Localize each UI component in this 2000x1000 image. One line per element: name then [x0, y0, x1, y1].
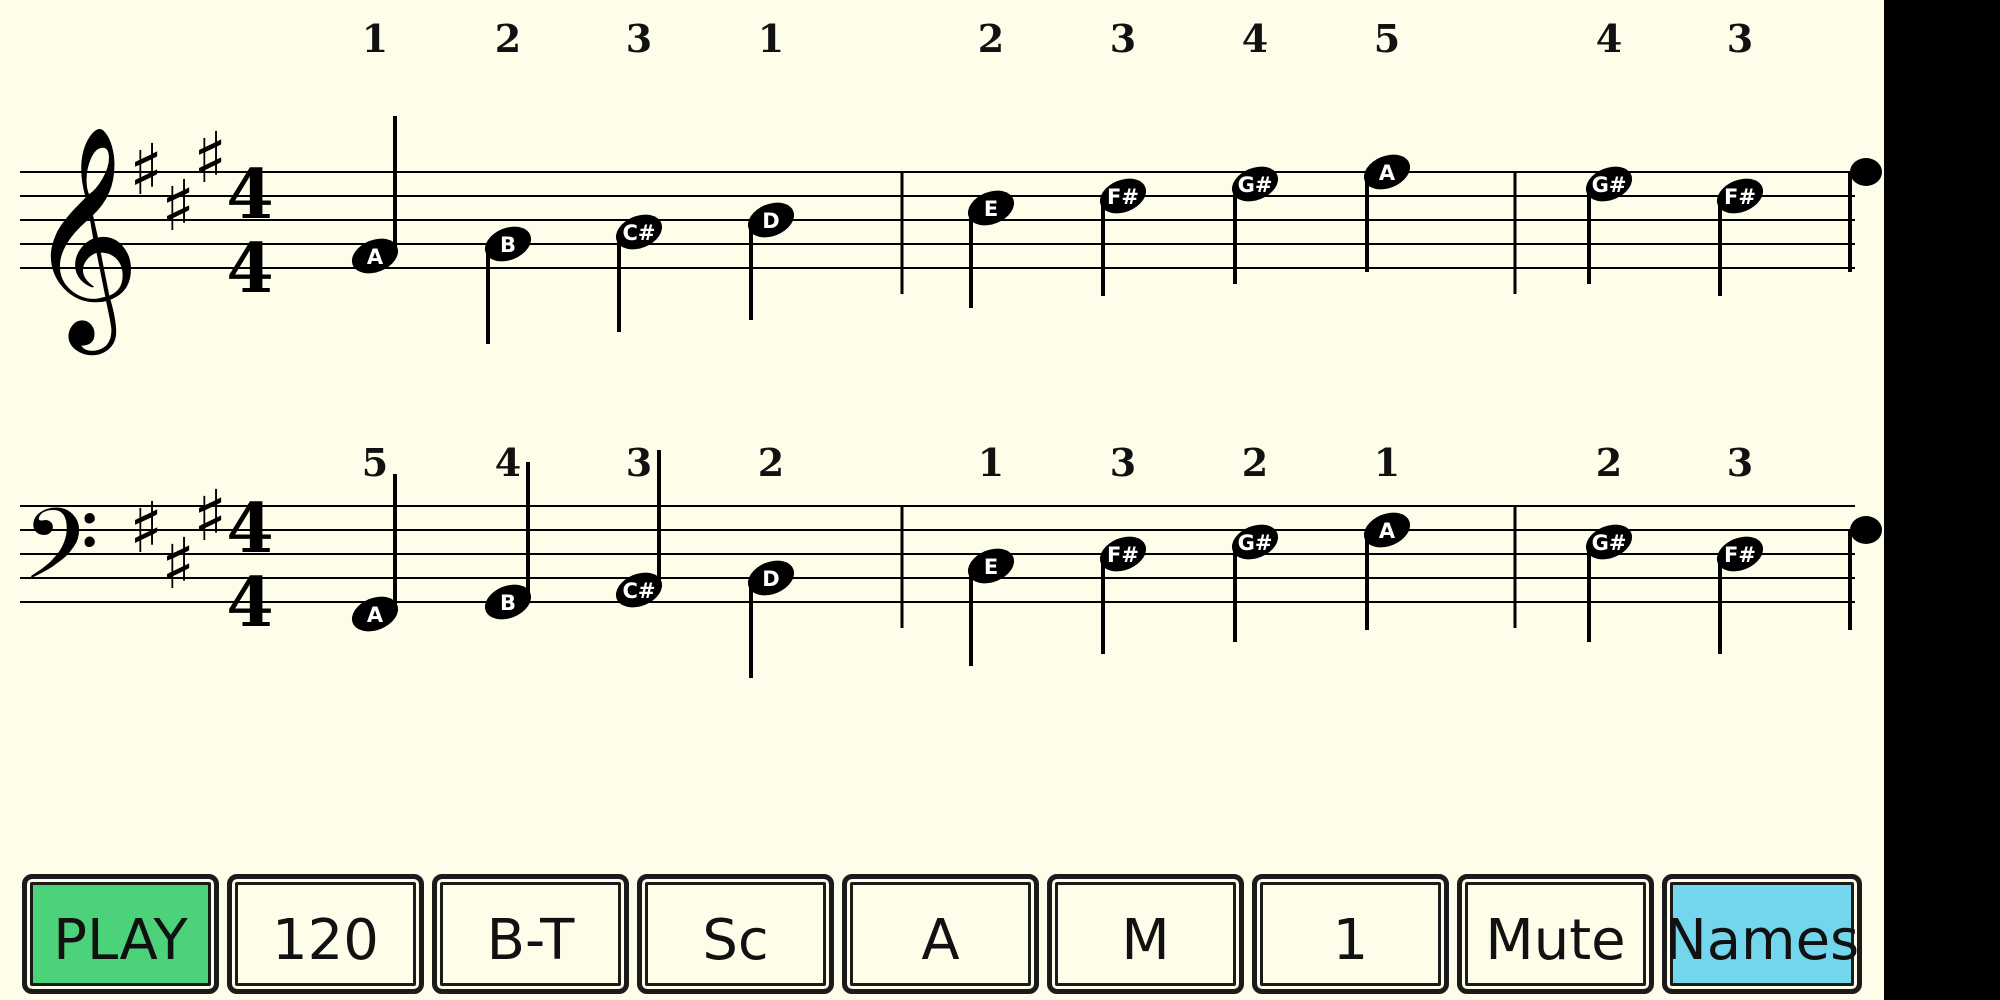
note-name-label: A: [367, 245, 384, 269]
mute-button[interactable]: Mute: [1457, 874, 1654, 994]
note[interactable]: F#: [1712, 530, 1768, 654]
note[interactable]: B: [480, 462, 536, 626]
fingering-number: 5: [1374, 16, 1400, 61]
time-signature-top: 4: [226, 155, 273, 235]
treble-staff-lines: [20, 171, 1855, 269]
note[interactable]: E: [963, 542, 1019, 666]
play-button[interactable]: PLAY: [22, 874, 219, 994]
note[interactable]: A: [347, 116, 403, 280]
note-name-label: F#: [1107, 185, 1139, 209]
note[interactable]: C#: [611, 208, 667, 332]
note[interactable]: D: [743, 554, 799, 678]
treble-notes: A 1 B 2 C# 3 D 1 E 2 F# 3 G# 4 A 5 G# 4 F# 3: [347, 16, 1882, 344]
note[interactable]: F#: [1712, 172, 1768, 296]
note[interactable]: G#: [1227, 160, 1283, 284]
bass-key-signature: ♯♯♯: [129, 475, 227, 605]
app-window: 𝄞 ♯ ♯ ♯ 4 4 A 1 B 2 C# 3 D 1 E 2 F# 3 G# 4 A 5 G# 4 F# 3 𝄢: [0, 0, 1884, 1000]
note-name-label: C#: [622, 221, 655, 245]
note-name-label: G#: [1592, 531, 1627, 555]
treble-key-signature: ♯♯♯: [129, 117, 227, 247]
time-signature-bottom: 4: [226, 229, 273, 309]
note-name-label: B: [500, 233, 516, 257]
time-signature-top: 4: [226, 489, 273, 569]
note-name-label: F#: [1107, 543, 1139, 567]
note-name-label: A: [1379, 161, 1396, 185]
bass-time-signature: 4 4: [226, 489, 273, 643]
fingering-number: 4: [1596, 16, 1622, 61]
note[interactable]: A: [1359, 506, 1415, 630]
treble-staff: 𝄞 ♯♯♯ 4 4 A1B2C#3D1E2F#3G#4A5G#4F#3: [20, 16, 1882, 355]
fingering-number: 2: [495, 16, 521, 61]
fingering-number: 1: [1374, 440, 1400, 485]
fingering-number: 3: [1727, 440, 1753, 485]
note[interactable]: F#: [1095, 530, 1151, 654]
fingering-number: 1: [978, 440, 1004, 485]
score-sheet: 𝄞 ♯♯♯ 4 4 A1B2C#3D1E2F#3G#4A5G#4F#3 𝄢 ♯♯…: [20, 16, 1882, 678]
note[interactable]: D: [743, 196, 799, 320]
tempo-button[interactable]: 120: [227, 874, 424, 994]
scale-type-button[interactable]: M: [1047, 874, 1244, 994]
mode-button[interactable]: Sc: [637, 874, 834, 994]
note-name-label: A: [367, 603, 384, 627]
fingering-number: 3: [626, 440, 652, 485]
bass-staff: 𝄢 ♯♯♯ 4 4 A5B4C#3D2E1F#3G#2A1G#2F#3: [20, 440, 1882, 678]
fingering-number: 2: [1242, 440, 1268, 485]
octave-button[interactable]: 1: [1252, 874, 1449, 994]
hands-button[interactable]: B-T: [432, 874, 629, 994]
key-button[interactable]: A: [842, 874, 1039, 994]
note[interactable]: G#: [1581, 160, 1637, 284]
sharp-icon: ♯: [161, 523, 195, 605]
note[interactable]: A: [1359, 148, 1415, 272]
fingering-number: 3: [1110, 16, 1136, 61]
fingering-number: 1: [758, 16, 784, 61]
black-side-bar: [1884, 0, 2000, 1000]
treble-barlines: [900, 172, 1517, 294]
note-name-label: D: [762, 567, 779, 591]
note-name-label: C#: [622, 579, 655, 603]
note-name-label: D: [762, 209, 779, 233]
fingering-number: 2: [758, 440, 784, 485]
fingering-number: 3: [1110, 440, 1136, 485]
fingering-number: 2: [978, 16, 1004, 61]
note-name-label: G#: [1238, 173, 1273, 197]
names-button[interactable]: Names: [1662, 874, 1862, 994]
sharp-icon: ♯: [129, 129, 163, 211]
fingering-number: 4: [1242, 16, 1268, 61]
fingering-number: 3: [626, 16, 652, 61]
note-name-label: A: [1379, 519, 1396, 543]
fingering-number: 2: [1596, 440, 1622, 485]
note[interactable]: F#: [1095, 172, 1151, 296]
note-name-label: E: [984, 555, 998, 579]
sharp-icon: ♯: [129, 487, 163, 569]
note[interactable]: G#: [1581, 518, 1637, 642]
fingering-number: 3: [1727, 16, 1753, 61]
note-name-label: F#: [1724, 543, 1756, 567]
note[interactable]: G#: [1227, 518, 1283, 642]
bass-notes: A 5 B 4 C# 3 D 2 E 1 F# 3 G# 2 A 1 G# 2 F# 3: [347, 440, 1882, 678]
note[interactable]: E: [963, 184, 1019, 308]
bass-clef-icon: 𝄢: [22, 488, 99, 627]
treble-clef-icon: 𝄞: [28, 124, 140, 355]
sharp-icon: ♯: [193, 117, 227, 199]
note[interactable]: B: [480, 220, 536, 344]
time-signature-bottom: 4: [226, 563, 273, 643]
note-partial: [1848, 158, 1882, 272]
note-name-label: E: [984, 197, 998, 221]
sharp-icon: ♯: [193, 475, 227, 557]
note-name-label: G#: [1592, 173, 1627, 197]
note-name-label: G#: [1238, 531, 1273, 555]
note-name-label: F#: [1724, 185, 1756, 209]
note[interactable]: A: [347, 474, 403, 638]
sharp-icon: ♯: [161, 165, 195, 247]
bottom-toolbar: PLAY 120 B-T Sc A M 1 Mute Names: [22, 874, 1862, 994]
note-name-label: B: [500, 591, 516, 615]
treble-time-signature: 4 4: [226, 155, 273, 309]
fingering-number: 5: [362, 440, 388, 485]
note-partial: [1848, 516, 1882, 630]
bass-staff-lines: [20, 505, 1855, 603]
fingering-number: 1: [362, 16, 388, 61]
fingering-number: 4: [495, 440, 521, 485]
